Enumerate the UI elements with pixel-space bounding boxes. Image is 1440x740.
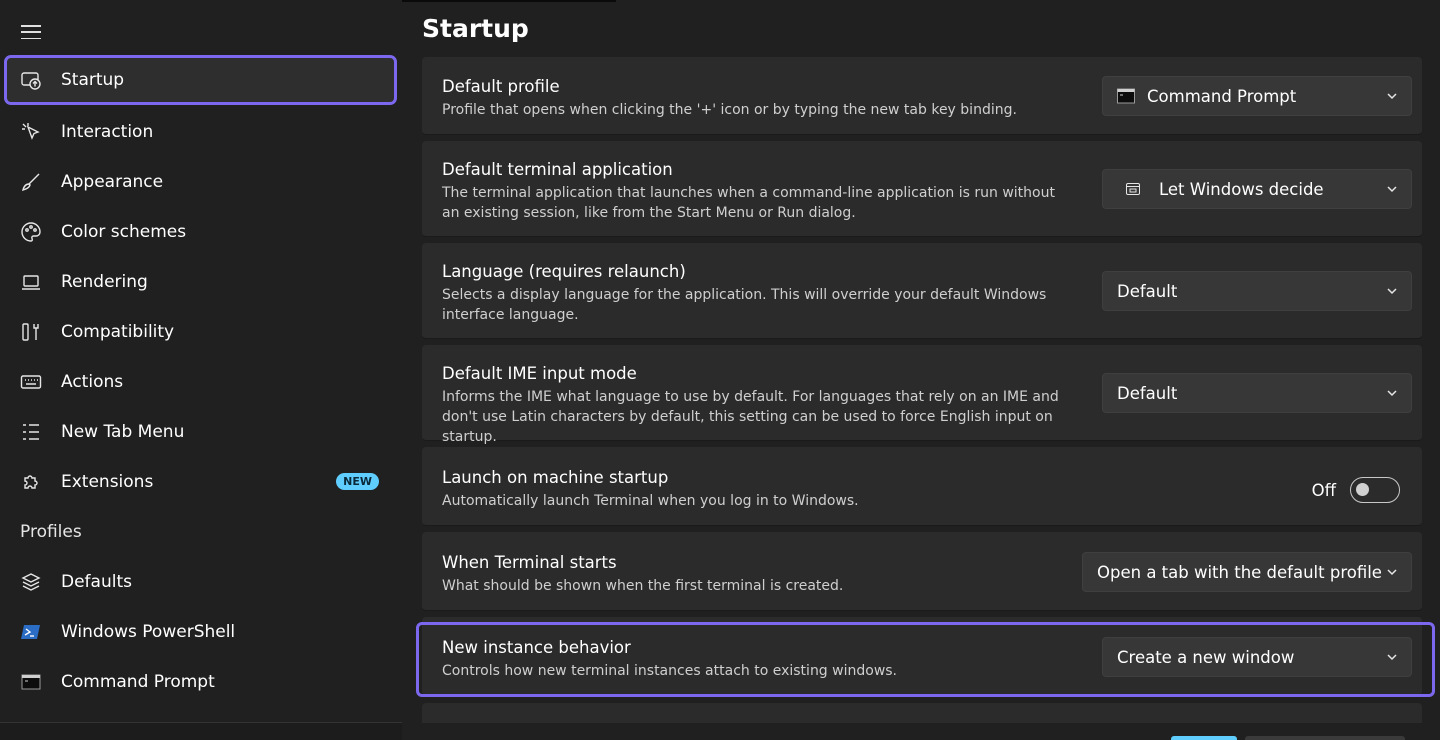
sidebar-item-interaction[interactable]: Interaction [6,109,395,155]
cmd-icon [20,671,42,693]
language-dropdown[interactable]: Default [1102,271,1412,311]
startup-icon [20,69,42,91]
setting-title: New instance behavior [442,638,631,657]
dropdown-value: Create a new window [1117,647,1295,667]
default-terminal-dropdown[interactable]: Let Windows decide [1102,169,1412,209]
new-badge: NEW [336,473,379,490]
profiles-section-header: Profiles [20,522,82,542]
dropdown-value: Default [1117,281,1178,301]
save-button[interactable] [1171,736,1237,740]
setting-when-terminal-starts: When Terminal starts What should be show… [422,532,1422,611]
sidebar-item-defaults[interactable]: Defaults [6,559,395,605]
setting-title: Default terminal application [442,160,673,179]
setting-new-instance-behavior: New instance behavior Controls how new t… [422,617,1422,696]
sidebar-item-label: Defaults [61,572,132,592]
setting-description: Controls how new terminal instances atta… [442,663,898,679]
ime-input-mode-dropdown[interactable]: Default [1102,373,1412,413]
sidebar-item-actions[interactable]: Actions [6,359,395,405]
cursor-icon [20,121,42,143]
setting-description: Profile that opens when clicking the '+'… [442,102,1017,118]
sidebar-item-new-tab-menu[interactable]: New Tab Menu [6,409,395,455]
setting-launch-on-startup: Launch on machine startup Automatically … [422,447,1422,526]
chevron-down-icon [1387,93,1397,100]
sidebar-item-startup[interactable]: Startup [4,55,397,105]
sidebar-item-label: Appearance [61,172,164,192]
brush-icon [20,171,42,193]
when-terminal-starts-dropdown[interactable]: Open a tab with the default profile [1082,552,1412,592]
setting-language: Language (requires relaunch) Selects a d… [422,243,1422,339]
sidebar-item-label: Actions [61,372,124,392]
sidebar-item-label: Extensions [61,472,154,492]
sidebar-item-rendering[interactable]: Rendering [6,259,395,305]
chevron-down-icon [1387,569,1397,576]
dropdown-value: Let Windows decide [1159,179,1324,199]
setting-default-terminal-application: Default terminal application The termina… [422,141,1422,237]
dropdown-value: Open a tab with the default profile [1097,562,1382,582]
setting-title: Default profile [442,77,560,96]
sidebar-item-command-prompt[interactable]: Command Prompt [6,659,395,705]
setting-title: When Terminal starts [442,553,617,572]
discard-changes-button[interactable] [1245,736,1405,740]
chevron-down-icon [1387,288,1397,295]
window-icon [1126,183,1140,195]
chevron-down-icon [1387,390,1397,397]
sidebar-footer [0,723,402,740]
setting-title: Language (requires relaunch) [442,262,686,281]
sidebar-item-label: Interaction [61,122,154,142]
palette-icon [20,221,42,243]
dropdown-value: Default [1117,383,1178,403]
sidebar-item-label: Color schemes [61,222,187,242]
sidebar: Startup Interaction Appearance Color sch… [0,0,402,740]
setting-default-profile: Default profile Profile that opens when … [422,57,1422,135]
new-instance-behavior-dropdown[interactable]: Create a new window [1102,637,1412,677]
setting-description: Automatically launch Terminal when you l… [442,493,859,509]
sidebar-item-windows-powershell[interactable]: Windows PowerShell [6,609,395,655]
default-profile-dropdown[interactable]: Command Prompt [1102,76,1412,116]
setting-title: Default IME input mode [442,364,637,383]
toggle-state-label: Off [1311,480,1336,500]
list-icon [20,421,42,443]
chevron-down-icon [1387,186,1397,193]
keyboard-icon [20,371,42,393]
launch-on-startup-toggle-group: Off [1312,477,1400,503]
cmd-icon [1117,88,1135,104]
setting-default-ime-input-mode: Default IME input mode Informs the IME w… [422,345,1422,445]
chevron-down-icon [1387,654,1397,661]
sidebar-item-extensions[interactable]: Extensions NEW [6,459,395,505]
setting-next-partial [422,703,1422,723]
page-title: Startup [422,14,529,43]
hamburger-menu-icon[interactable] [20,22,42,42]
setting-description: Selects a display language for the appli… [442,287,1047,323]
sidebar-item-label: Windows PowerShell [61,622,236,642]
sidebar-item-label: Startup [61,70,125,90]
powershell-icon [20,621,42,643]
setting-title: Launch on machine startup [442,468,669,487]
sidebar-item-label: New Tab Menu [61,422,185,442]
setting-description: The terminal application that launches w… [442,185,1055,221]
toggle-knob [1356,483,1369,496]
sidebar-item-color-schemes[interactable]: Color schemes [6,209,395,255]
setting-description: What should be shown when the first term… [442,578,844,594]
sidebar-item-compatibility[interactable]: Compatibility [6,309,395,355]
launch-on-startup-toggle[interactable] [1350,477,1400,503]
layers-icon [20,571,42,593]
puzzle-icon [20,471,42,493]
tools-icon [20,321,42,343]
setting-description: Informs the IME what language to use by … [442,389,1059,445]
dropdown-value: Command Prompt [1147,86,1297,106]
sidebar-item-label: Rendering [61,272,148,292]
sidebar-item-label: Command Prompt [61,672,215,692]
laptop-icon [20,271,42,293]
sidebar-item-appearance[interactable]: Appearance [6,159,395,205]
sidebar-item-label: Compatibility [61,322,175,342]
